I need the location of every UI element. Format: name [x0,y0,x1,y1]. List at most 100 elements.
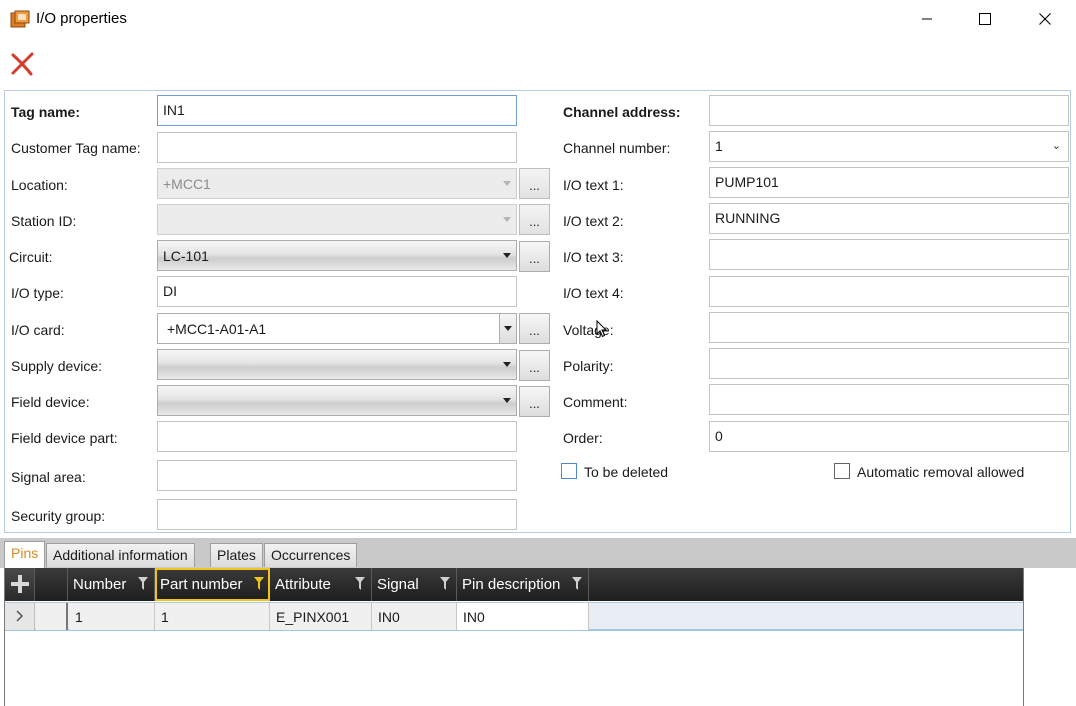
supply-device-combo[interactable] [157,349,517,380]
delete-x-icon[interactable] [10,51,36,77]
io-text-4-label: I/O text 4: [563,285,624,301]
filter-funnel-icon[interactable] [138,577,148,590]
polarity-label: Polarity: [563,358,614,374]
cell-part-number[interactable]: 1 [155,603,270,630]
title-bar: I/O properties [0,0,1076,38]
close-icon [1039,13,1051,25]
chevron-down-icon: ⌄ [1051,140,1061,152]
io-text-1-input[interactable]: PUMP101 [709,167,1069,198]
maximize-icon [979,13,991,25]
io-card-label: I/O card: [11,322,65,338]
maximize-button[interactable] [956,0,1014,38]
column-header-number[interactable]: Number [68,568,155,601]
column-header-signal[interactable]: Signal [372,568,457,601]
filter-funnel-icon[interactable] [355,577,365,590]
row-selector[interactable] [5,603,35,630]
minimize-button[interactable] [898,0,956,38]
column-header-label: Signal [377,576,419,593]
io-text-3-input[interactable] [709,239,1069,270]
tab-strip: Pins Additional information Plates Occur… [0,538,1076,568]
voltage-input[interactable] [709,312,1069,343]
tab-additional-information[interactable]: Additional information [46,543,195,567]
field-device-combo[interactable] [157,385,517,416]
io-text-4-input[interactable] [709,276,1069,307]
grid-header-spacer [36,568,68,601]
column-header-label: Pin description [462,576,561,593]
automatic-removal-checkbox[interactable] [834,463,850,479]
filter-funnel-icon[interactable] [254,577,264,590]
grid-header: Number Part number Attribute Signal Pin … [5,568,1023,601]
minimize-icon [922,18,932,20]
app-icon [10,10,30,28]
to-be-deleted-checkbox[interactable] [561,463,577,479]
cell-number[interactable]: 1 [69,603,155,630]
column-header-attribute[interactable]: Attribute [270,568,372,601]
mouse-cursor-icon [596,320,608,338]
io-text-2-label: I/O text 2: [563,213,624,229]
location-combo[interactable]: +MCC1 [157,168,517,199]
supply-device-label: Supply device: [11,358,103,374]
polarity-input[interactable] [709,348,1069,379]
circuit-value: LC-101 [163,248,209,264]
channel-address-input[interactable] [709,95,1069,126]
table-row[interactable]: 1 1 E_PINX001 IN0 IN0 [5,602,1023,631]
customer-tag-name-input[interactable] [157,132,517,163]
tab-plates[interactable]: Plates [210,543,263,567]
column-header-pin-description[interactable]: Pin description [457,568,589,601]
chevron-down-icon [503,217,511,222]
plus-icon [11,575,29,593]
toolbar [0,38,1076,90]
column-header-label: Part number [160,576,243,593]
window-title: I/O properties [36,10,127,27]
channel-number-select[interactable]: 1 ⌄ [709,131,1069,162]
tag-name-label: Tag name: [11,104,80,120]
field-device-part-input[interactable] [157,421,517,452]
filter-funnel-icon[interactable] [572,577,582,590]
security-group-input[interactable] [157,499,517,530]
supply-device-browse-button[interactable]: ... [519,350,550,381]
add-row-button[interactable] [5,568,35,601]
tab-pins[interactable]: Pins [4,541,46,568]
io-card-dropdown-button[interactable] [499,314,516,343]
cell-pin-description[interactable]: IN0 [457,603,589,630]
order-input[interactable]: 0 [709,421,1069,452]
channel-number-value: 1 [715,138,723,154]
circuit-combo[interactable]: LC-101 [157,240,517,271]
cell-attribute[interactable]: E_PINX001 [270,603,372,630]
column-header-part-number[interactable]: Part number [155,568,270,601]
comment-input[interactable] [709,384,1069,415]
chevron-right-icon [16,610,24,622]
security-group-label: Security group: [11,508,106,524]
tab-occurrences[interactable]: Occurrences [264,543,358,567]
pins-grid: Number Part number Attribute Signal Pin … [4,568,1024,706]
station-id-combo[interactable] [157,204,517,235]
signal-area-label: Signal area: [11,469,86,485]
column-header-label: Number [73,576,127,593]
location-browse-button[interactable]: ... [519,168,550,199]
chevron-down-icon [503,362,511,367]
row-spacer-cell [36,603,68,630]
io-card-combo[interactable]: +MCC1-A01-A1 [157,313,517,344]
chevron-down-icon [504,326,512,331]
field-device-label: Field device: [11,394,90,410]
io-card-value: +MCC1-A01-A1 [167,321,267,337]
circuit-label: Circuit: [9,249,53,265]
tag-name-input[interactable]: IN1 [157,95,517,126]
field-device-browse-button[interactable]: ... [519,386,550,417]
column-header-label: Attribute [275,576,331,593]
cell-signal[interactable]: IN0 [372,603,457,630]
station-id-label: Station ID: [11,213,77,229]
filter-funnel-icon[interactable] [440,577,450,590]
chevron-down-icon [503,398,511,403]
close-button[interactable] [1016,0,1074,38]
circuit-browse-button[interactable]: ... [519,241,550,272]
automatic-removal-label: Automatic removal allowed [857,464,1025,480]
station-id-browse-button[interactable]: ... [519,204,550,235]
field-device-part-label: Field device part: [11,430,118,446]
comment-label: Comment: [563,394,628,410]
io-type-input[interactable]: DI [157,276,517,307]
io-text-2-input[interactable]: RUNNING [709,203,1069,234]
signal-area-input[interactable] [157,460,517,491]
grid-right-margin [1024,568,1076,706]
io-card-browse-button[interactable]: ... [519,313,550,344]
